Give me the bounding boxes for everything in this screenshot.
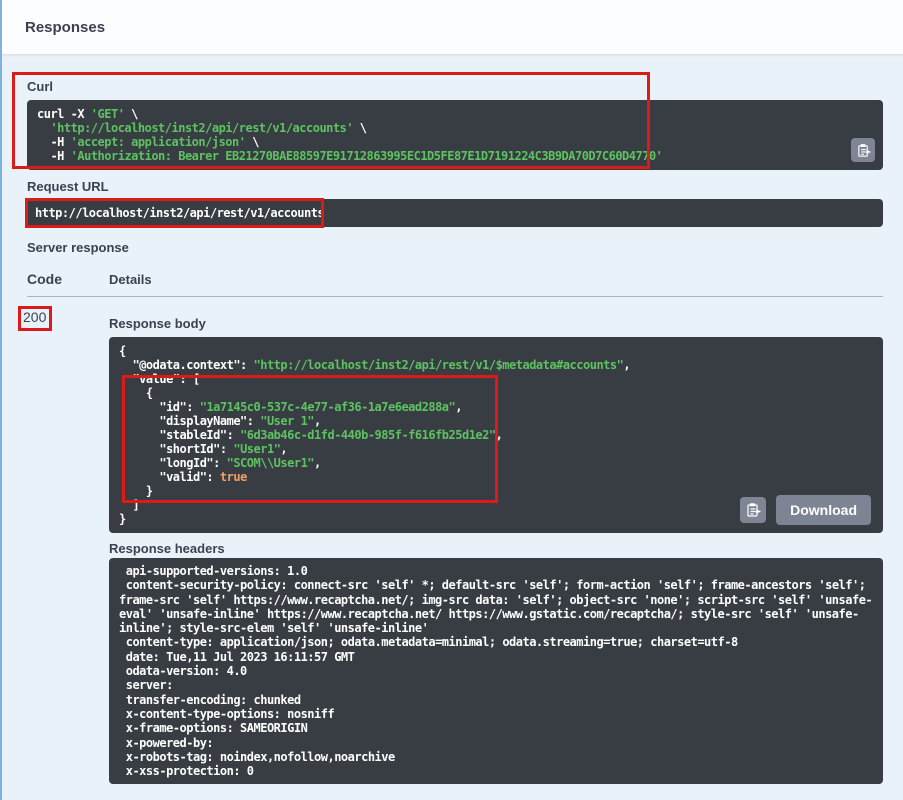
copy-to-clipboard-icon bbox=[745, 502, 761, 518]
details-column-header: Details bbox=[109, 272, 152, 287]
server-response-label: Server response bbox=[27, 240, 129, 255]
responses-title: Responses bbox=[25, 19, 105, 36]
responses-section: Responses Curl curl -X 'GET' \ 'http://l… bbox=[0, 0, 903, 800]
response-body-copy-button[interactable] bbox=[740, 497, 766, 523]
code-column-header: Code bbox=[27, 271, 62, 287]
status-code: 200 bbox=[23, 309, 46, 325]
request-url-label: Request URL bbox=[27, 179, 109, 194]
response-headers-block: api-supported-versions: 1.0 content-secu… bbox=[109, 558, 883, 784]
curl-label: Curl bbox=[27, 79, 53, 94]
table-header-divider bbox=[27, 296, 883, 297]
request-url-value: http://localhost/inst2/api/rest/v1/accou… bbox=[35, 206, 324, 220]
copy-to-clipboard-icon bbox=[856, 143, 871, 158]
response-body-block: { "@odata.context": "http://localhost/in… bbox=[109, 337, 883, 533]
curl-copy-button[interactable] bbox=[851, 138, 875, 162]
response-headers-label: Response headers bbox=[109, 541, 225, 556]
response-headers-code: api-supported-versions: 1.0 content-secu… bbox=[119, 564, 873, 778]
download-button[interactable]: Download bbox=[776, 495, 871, 525]
responses-header: Responses bbox=[2, 0, 903, 55]
curl-command-code: curl -X 'GET' \ 'http://localhost/inst2/… bbox=[37, 107, 873, 163]
response-body-label: Response body bbox=[109, 316, 206, 331]
request-url-block: http://localhost/inst2/api/rest/v1/accou… bbox=[27, 199, 883, 227]
curl-command-block: curl -X 'GET' \ 'http://localhost/inst2/… bbox=[27, 100, 883, 170]
